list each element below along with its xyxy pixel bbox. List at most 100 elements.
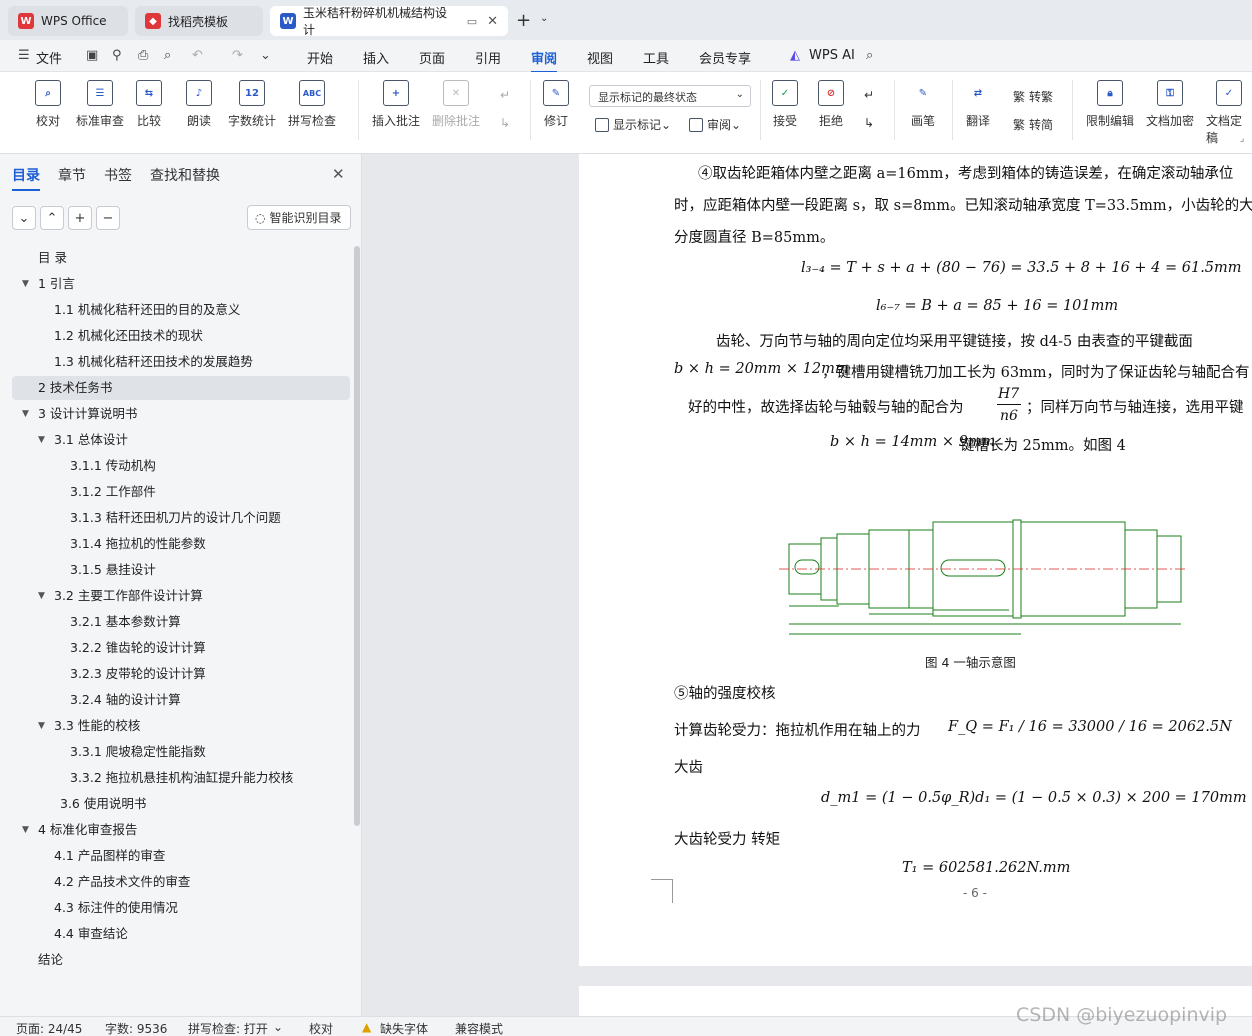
toc-item[interactable]: 4.1 产品图样的审查	[12, 844, 350, 868]
spell-check-indicator[interactable]: 拼写检查: 打开	[188, 1020, 268, 1036]
toc-item[interactable]: ▼ 3.3 性能的校核	[12, 714, 350, 738]
toc-item[interactable]: 3.2.2 锥齿轮的设计计算	[12, 636, 350, 660]
prev-revision-icon[interactable]: ↵	[864, 88, 874, 102]
hamburger-icon[interactable]: ☰	[18, 48, 30, 63]
expand-toggle-icon[interactable]: ▼	[22, 818, 29, 842]
expand-toggle-icon[interactable]: ▼	[38, 584, 45, 608]
next-revision-icon[interactable]: ↳	[864, 116, 874, 130]
tab-bookmark[interactable]: 书签	[104, 165, 132, 185]
toc-item[interactable]: ▼ 1 引言	[12, 272, 350, 296]
show-markup-button[interactable]: 显示标记 ⌄	[595, 116, 671, 133]
prev-comment-icon[interactable]: ↵	[500, 88, 510, 102]
proofread-button[interactable]: ⌕ 校对	[35, 80, 61, 129]
pen-button[interactable]: ✎ 画笔	[910, 80, 936, 129]
chevron-down-icon[interactable]: ⌄	[260, 48, 271, 63]
toc-item[interactable]: 3.2.4 轴的设计计算	[12, 688, 350, 712]
scrollbar[interactable]	[354, 246, 360, 826]
toc-item[interactable]: 1.2 机械化还田技术的现状	[12, 324, 350, 348]
toc-item[interactable]: 3.1.3 秸秆还田机刀片的设计几个问题	[12, 506, 350, 530]
menu-start[interactable]: 开始	[307, 48, 333, 67]
expand-toggle-icon[interactable]: ▼	[22, 402, 29, 426]
expand-toggle-icon[interactable]: ▼	[38, 428, 45, 452]
spell-check-button[interactable]: ABC 拼写检查	[288, 80, 336, 129]
menu-file[interactable]: 文件	[36, 48, 62, 67]
toc-item[interactable]: 3.1.5 悬挂设计	[12, 558, 350, 582]
collapse-down-button[interactable]: ⌄	[12, 206, 36, 230]
restrict-edit-button[interactable]: 🔒︎ 限制编辑	[1086, 80, 1134, 129]
new-tab-icon[interactable]: +	[516, 10, 531, 31]
ribbon-expand-icon[interactable]: ⌟	[1240, 134, 1244, 144]
toc-item[interactable]: 1.1 机械化秸秆还田的目的及意义	[12, 298, 350, 322]
toc-item[interactable]: ▼ 4 标准化审查报告	[12, 818, 350, 842]
to-simplified-button[interactable]: 繁转简	[1013, 116, 1053, 133]
tab-wps-office[interactable]: W WPS Office	[8, 6, 128, 36]
menu-reference[interactable]: 引用	[475, 48, 501, 67]
toc-item[interactable]: 3.2.3 皮带轮的设计计算	[12, 662, 350, 686]
monitor-icon[interactable]: ▭	[467, 15, 477, 28]
translate-button[interactable]: ⇄ 翻译	[965, 80, 991, 129]
toc-item[interactable]: 3.1.4 拖拉机的性能参数	[12, 532, 350, 556]
chevron-down-icon[interactable]: ⌄	[273, 1020, 283, 1034]
toc-item[interactable]: 1.3 机械化秸秆还田技术的发展趋势	[12, 350, 350, 374]
tab-document[interactable]: W 玉米秸秆粉碎机机械结构设计 ▭ ✕	[270, 6, 508, 37]
insert-comment-button[interactable]: + 插入批注	[372, 80, 420, 129]
tab-toc[interactable]: 目录	[12, 165, 40, 191]
close-icon[interactable]: ✕	[332, 165, 345, 183]
menu-view[interactable]: 视图	[587, 48, 613, 67]
reject-button[interactable]: ⊘ 拒绝	[818, 80, 844, 129]
toc-item[interactable]: 4.3 标注件的使用情况	[12, 896, 350, 920]
add-heading-button[interactable]: +	[68, 206, 92, 230]
menu-tools[interactable]: 工具	[643, 48, 669, 67]
toc-item[interactable]: 4.2 产品技术文件的审查	[12, 870, 350, 894]
expand-toggle-icon[interactable]: ▼	[38, 714, 45, 738]
toc-item[interactable]: 2 技术任务书	[12, 376, 350, 400]
tab-chapter[interactable]: 章节	[58, 165, 86, 185]
doc-finalize-button[interactable]: ✓ 文档定稿	[1206, 80, 1252, 146]
revise-button[interactable]: ✎ 修订	[543, 80, 569, 129]
word-count-indicator[interactable]: 字数: 9536	[105, 1020, 167, 1036]
toc-item[interactable]: 3.2.1 基本参数计算	[12, 610, 350, 634]
toc-item[interactable]: 3.6 使用说明书	[12, 792, 350, 816]
toc-item[interactable]: 3.1.2 工作部件	[12, 480, 350, 504]
read-aloud-button[interactable]: ♪ 朗读	[186, 80, 212, 129]
delete-comment-button[interactable]: ✕ 删除批注	[432, 80, 480, 129]
toc-item[interactable]: ▼ 3.1 总体设计	[12, 428, 350, 452]
smart-toc-button[interactable]: ◌ 智能识别目录	[247, 205, 351, 230]
menu-review[interactable]: 审阅	[531, 48, 558, 73]
word-count-button[interactable]: 12 字数统计	[228, 80, 276, 129]
page-indicator[interactable]: 页面: 24/45	[16, 1020, 82, 1036]
markup-state-select[interactable]: 显示标记的最终状态 ⌄	[589, 85, 751, 107]
redo-icon[interactable]: ↷	[232, 48, 243, 63]
toc-item[interactable]: 3.3.1 爬坡稳定性能指数	[12, 740, 350, 764]
toc-item[interactable]: 目 录	[12, 246, 350, 270]
link-icon[interactable]: ⚲	[112, 48, 122, 63]
expand-up-button[interactable]: ⌃	[40, 206, 64, 230]
doc-encrypt-button[interactable]: ⚿ 文档加密	[1146, 80, 1194, 129]
toc-item[interactable]: 结论	[12, 948, 350, 972]
missing-font-indicator[interactable]: 缺失字体	[380, 1020, 428, 1036]
toc-item[interactable]: 3.1.1 传动机构	[12, 454, 350, 478]
toc-item[interactable]: ▼ 3 设计计算说明书	[12, 402, 350, 426]
proofread-indicator[interactable]: 校对	[309, 1020, 333, 1036]
standard-review-button[interactable]: ☰ 标准审查	[76, 80, 124, 129]
toc-item[interactable]: ▼ 3.2 主要工作部件设计计算	[12, 584, 350, 608]
menu-member[interactable]: 会员专享	[699, 48, 751, 67]
menu-page[interactable]: 页面	[419, 48, 445, 67]
chevron-down-icon[interactable]: ⌄	[540, 13, 548, 24]
print-icon[interactable]: ⎙	[138, 48, 148, 63]
search-icon[interactable]: ⌕	[866, 48, 873, 63]
menu-wps-ai[interactable]: WPS AI	[809, 48, 855, 63]
review-pane-button[interactable]: 审阅 ⌄	[689, 116, 741, 133]
toc-item[interactable]: 4.4 审查结论	[12, 922, 350, 946]
tab-find-replace[interactable]: 查找和替换	[150, 165, 220, 185]
next-comment-icon[interactable]: ↳	[500, 116, 510, 130]
tab-template[interactable]: ◆ 找稻壳模板	[135, 6, 263, 36]
undo-icon[interactable]: ↶	[192, 48, 203, 63]
remove-heading-button[interactable]: −	[96, 206, 120, 230]
toc-item[interactable]: 3.3.2 拖拉机悬挂机构油缸提升能力校核	[12, 766, 350, 790]
close-icon[interactable]: ✕	[487, 14, 498, 29]
menu-insert[interactable]: 插入	[363, 48, 389, 67]
accept-button[interactable]: ✓ 接受	[772, 80, 798, 129]
compare-button[interactable]: ⇆ 比较	[136, 80, 162, 129]
print-preview-icon[interactable]: ⌕	[164, 48, 171, 63]
